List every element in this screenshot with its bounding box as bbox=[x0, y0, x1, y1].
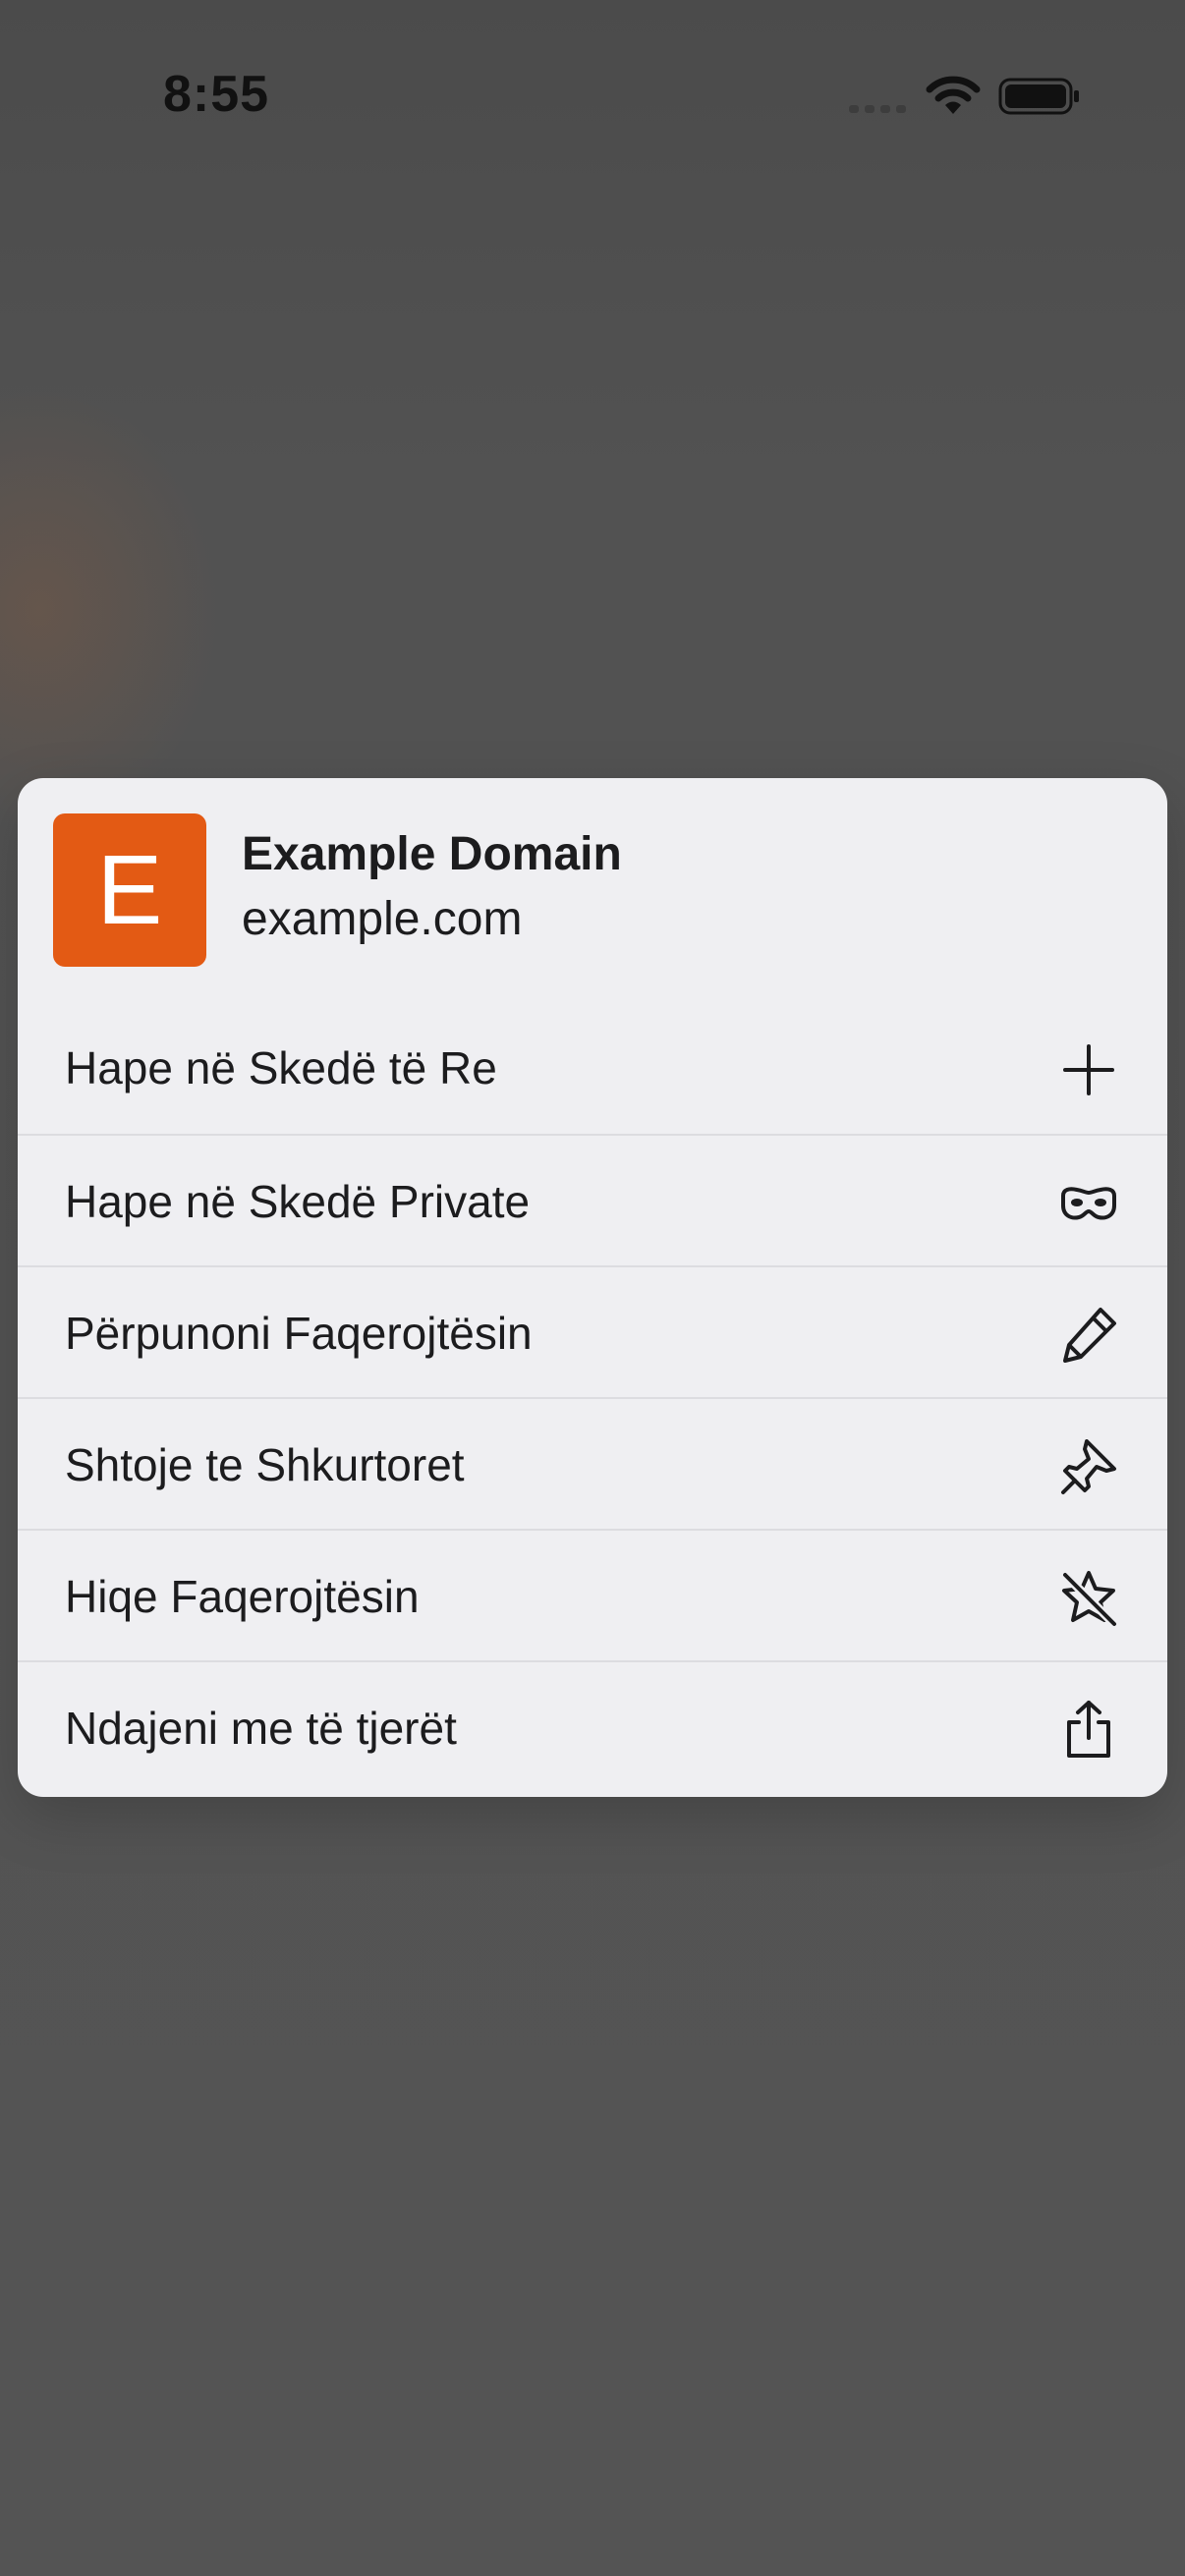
cellular-signal-dots-icon bbox=[849, 105, 906, 113]
status-time: 8:55 bbox=[163, 66, 270, 123]
menu-item-label: Hiqe Faqerojtësin bbox=[65, 1571, 420, 1622]
link-title: Example Domain bbox=[242, 828, 622, 880]
private-mask-icon bbox=[1057, 1172, 1120, 1235]
pencil-icon bbox=[1057, 1304, 1120, 1367]
menu-item-remove-bookmark[interactable]: Hiqe Faqerojtësin bbox=[18, 1529, 1167, 1660]
menu-item-label: Përpunoni Faqerojtësin bbox=[65, 1308, 533, 1359]
menu-item-open-private-tab[interactable]: Hape në Skedë Private bbox=[18, 1134, 1167, 1265]
site-icon-tile: E bbox=[53, 813, 206, 967]
pin-icon bbox=[1057, 1435, 1120, 1498]
menu-item-open-new-tab[interactable]: Hape në Skedë të Re bbox=[18, 1002, 1167, 1134]
share-icon bbox=[1057, 1699, 1120, 1762]
menu-item-label: Hape në Skedë Private bbox=[65, 1176, 531, 1227]
link-preview[interactable]: E Example Domain example.com bbox=[18, 778, 1167, 1002]
link-url: example.com bbox=[242, 893, 523, 945]
menu-item-add-to-shortcuts[interactable]: Shtoje te Shkurtoret bbox=[18, 1397, 1167, 1529]
menu-item-share[interactable]: Ndajeni me të tjerët bbox=[18, 1660, 1167, 1792]
menu-item-edit-bookmark[interactable]: Përpunoni Faqerojtësin bbox=[18, 1265, 1167, 1397]
star-slash-icon bbox=[1057, 1567, 1120, 1630]
link-context-menu: E Example Domain example.com Hape në Ske… bbox=[18, 778, 1167, 1797]
menu-item-label: Shtoje te Shkurtoret bbox=[65, 1439, 465, 1490]
battery-icon bbox=[998, 78, 1079, 115]
menu-actions-list: Hape në Skedë të Re Hape në Skedë Privat… bbox=[18, 1002, 1167, 1792]
menu-item-label: Hape në Skedë të Re bbox=[65, 1042, 497, 1093]
plus-icon bbox=[1057, 1038, 1120, 1101]
menu-item-label: Ndajeni me të tjerët bbox=[65, 1703, 457, 1754]
status-bar: 8:55 bbox=[0, 0, 1185, 196]
wifi-icon bbox=[926, 76, 981, 114]
